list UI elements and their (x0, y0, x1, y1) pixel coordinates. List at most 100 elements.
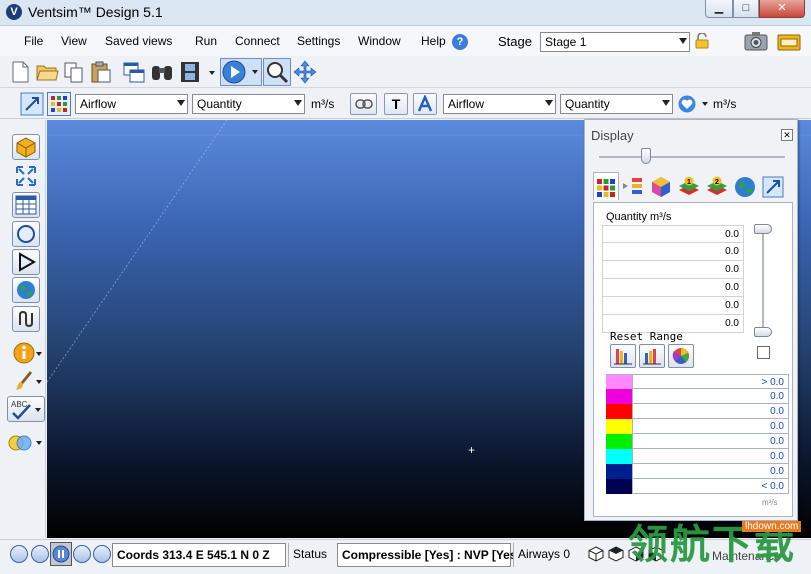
range-slider-track[interactable] (762, 229, 764, 335)
close-button[interactable]: ✕ (759, 0, 805, 18)
range-lock-checkbox[interactable] (757, 346, 770, 359)
run-simulation-button[interactable] (220, 58, 262, 86)
reset-range-button-2[interactable] (639, 344, 665, 368)
range-value-1[interactable]: 0.0 (602, 225, 744, 243)
legend-row[interactable]: > 0.0 (606, 374, 789, 390)
display-close-button[interactable]: ✕ (781, 129, 793, 141)
globe-button[interactable] (12, 277, 40, 303)
menu-saved-views[interactable]: Saved views (105, 34, 172, 48)
open-folder-icon[interactable] (35, 60, 59, 84)
legend-value: 0.0 (632, 434, 789, 449)
paste-icon[interactable] (89, 60, 113, 84)
binoculars-icon[interactable] (150, 60, 174, 84)
heart-icon[interactable] (678, 95, 696, 113)
legend-swatch[interactable] (606, 449, 632, 464)
legend-row[interactable]: 0.0 (606, 389, 789, 404)
menu-view[interactable]: View (61, 34, 87, 48)
zoom-icon[interactable] (263, 58, 291, 86)
reset-range-button-1[interactable] (610, 344, 636, 368)
minimize-button[interactable]: ▁ (705, 0, 733, 18)
wave-button[interactable] (12, 306, 40, 332)
tab-color[interactable] (593, 172, 619, 200)
range-slider-bottom-thumb[interactable] (754, 327, 772, 337)
link-button[interactable] (350, 93, 377, 115)
view-cube-icon[interactable] (588, 546, 604, 562)
legend-swatch[interactable] (606, 375, 632, 390)
tab-legend[interactable] (621, 172, 647, 200)
maximize-button[interactable]: □ (733, 0, 759, 18)
spreadsheet-button[interactable] (12, 192, 40, 218)
tab-globe[interactable] (733, 172, 759, 200)
help-icon[interactable]: ? (452, 34, 468, 50)
range-value-2[interactable]: 0.0 (602, 243, 744, 261)
fit-view-icon[interactable] (20, 92, 44, 116)
tab-layer-2[interactable]: 2 (705, 172, 731, 200)
legend-row[interactable]: 0.0 (606, 419, 789, 434)
film-dropdown-arrow[interactable] (209, 71, 215, 75)
step-back-button[interactable] (31, 545, 49, 563)
brush-dropdown-arrow[interactable] (36, 380, 42, 384)
play-button[interactable] (73, 545, 91, 563)
color-quantity-select[interactable]: Quantity (192, 94, 305, 114)
range-value-3[interactable]: 0.0 (602, 261, 744, 279)
legend-row[interactable]: < 0.0 (606, 479, 789, 494)
color-grid-icon[interactable] (47, 92, 71, 116)
legend-row[interactable]: 0.0 (606, 404, 789, 419)
overlay-dropdown-arrow[interactable] (36, 441, 42, 445)
menu-settings[interactable]: Settings (297, 34, 340, 48)
expand-view-icon[interactable] (12, 163, 40, 189)
legend-swatch[interactable] (606, 389, 632, 404)
menu-file[interactable]: File (24, 34, 43, 48)
pan-move-icon[interactable] (293, 60, 317, 84)
menu-window[interactable]: Window (358, 34, 401, 48)
legend-swatch[interactable] (606, 464, 632, 479)
range-value-4[interactable]: 0.0 (602, 279, 744, 297)
window-layout-icon[interactable] (122, 60, 146, 84)
pause-button[interactable] (50, 542, 72, 566)
stage-select[interactable]: Stage 1 (540, 32, 690, 52)
legend-swatch[interactable] (606, 479, 632, 494)
coords-readout: Coords 313.4 E 545.1 N 0 Z (112, 543, 286, 567)
menu-connect[interactable]: Connect (235, 34, 280, 48)
transparency-slider-track[interactable] (599, 156, 785, 158)
heart-dropdown-arrow[interactable] (702, 102, 708, 106)
text-type-select[interactable]: Airflow (443, 94, 556, 114)
text-style-button[interactable] (413, 93, 437, 115)
legend-row[interactable]: 0.0 (606, 449, 789, 464)
legend-row[interactable]: 0.0 (606, 464, 789, 479)
text-display-button[interactable]: T (384, 93, 408, 115)
window-title: Ventsim™ Design 5.1 (28, 4, 163, 20)
tab-layer-1[interactable]: 1 (677, 172, 703, 200)
legend-swatch[interactable] (606, 419, 632, 434)
range-slider-top-thumb[interactable] (754, 224, 772, 234)
film-strip-icon[interactable] (178, 60, 202, 84)
color-type-select[interactable]: Airflow (75, 94, 188, 114)
layer-1-icon: 1 (679, 176, 699, 195)
view-cube-top-icon[interactable] (608, 546, 624, 562)
play-mode-button[interactable] (12, 249, 40, 275)
select-circle-button[interactable] (12, 221, 40, 247)
range-value-5[interactable]: 0.0 (602, 297, 744, 315)
video-capture-icon[interactable] (777, 32, 801, 52)
menu-run[interactable]: Run (195, 34, 217, 48)
fast-forward-button[interactable] (93, 545, 111, 563)
text-quantity-select[interactable]: Quantity (560, 94, 673, 114)
legend-row[interactable]: 0.0 (606, 434, 789, 449)
info-dropdown-arrow[interactable] (36, 352, 42, 356)
view-3d-button[interactable] (12, 134, 40, 160)
transparency-slider-thumb[interactable] (641, 148, 651, 164)
legend-swatch[interactable] (606, 404, 632, 419)
tab-view[interactable] (761, 172, 787, 200)
rewind-button[interactable] (10, 545, 28, 563)
copy-icon[interactable] (62, 60, 86, 84)
overlay-icon[interactable] (6, 430, 36, 456)
new-file-icon[interactable] (8, 60, 32, 84)
menu-help[interactable]: Help (421, 34, 446, 48)
legend-swatch[interactable] (606, 434, 632, 449)
tab-solid[interactable] (649, 172, 675, 200)
spell-check-button[interactable]: ABC (7, 396, 45, 422)
color-wheel-button[interactable] (668, 344, 694, 368)
camera-icon[interactable] (744, 31, 768, 51)
circle-icon (17, 225, 35, 243)
lock-icon[interactable] (695, 33, 709, 49)
